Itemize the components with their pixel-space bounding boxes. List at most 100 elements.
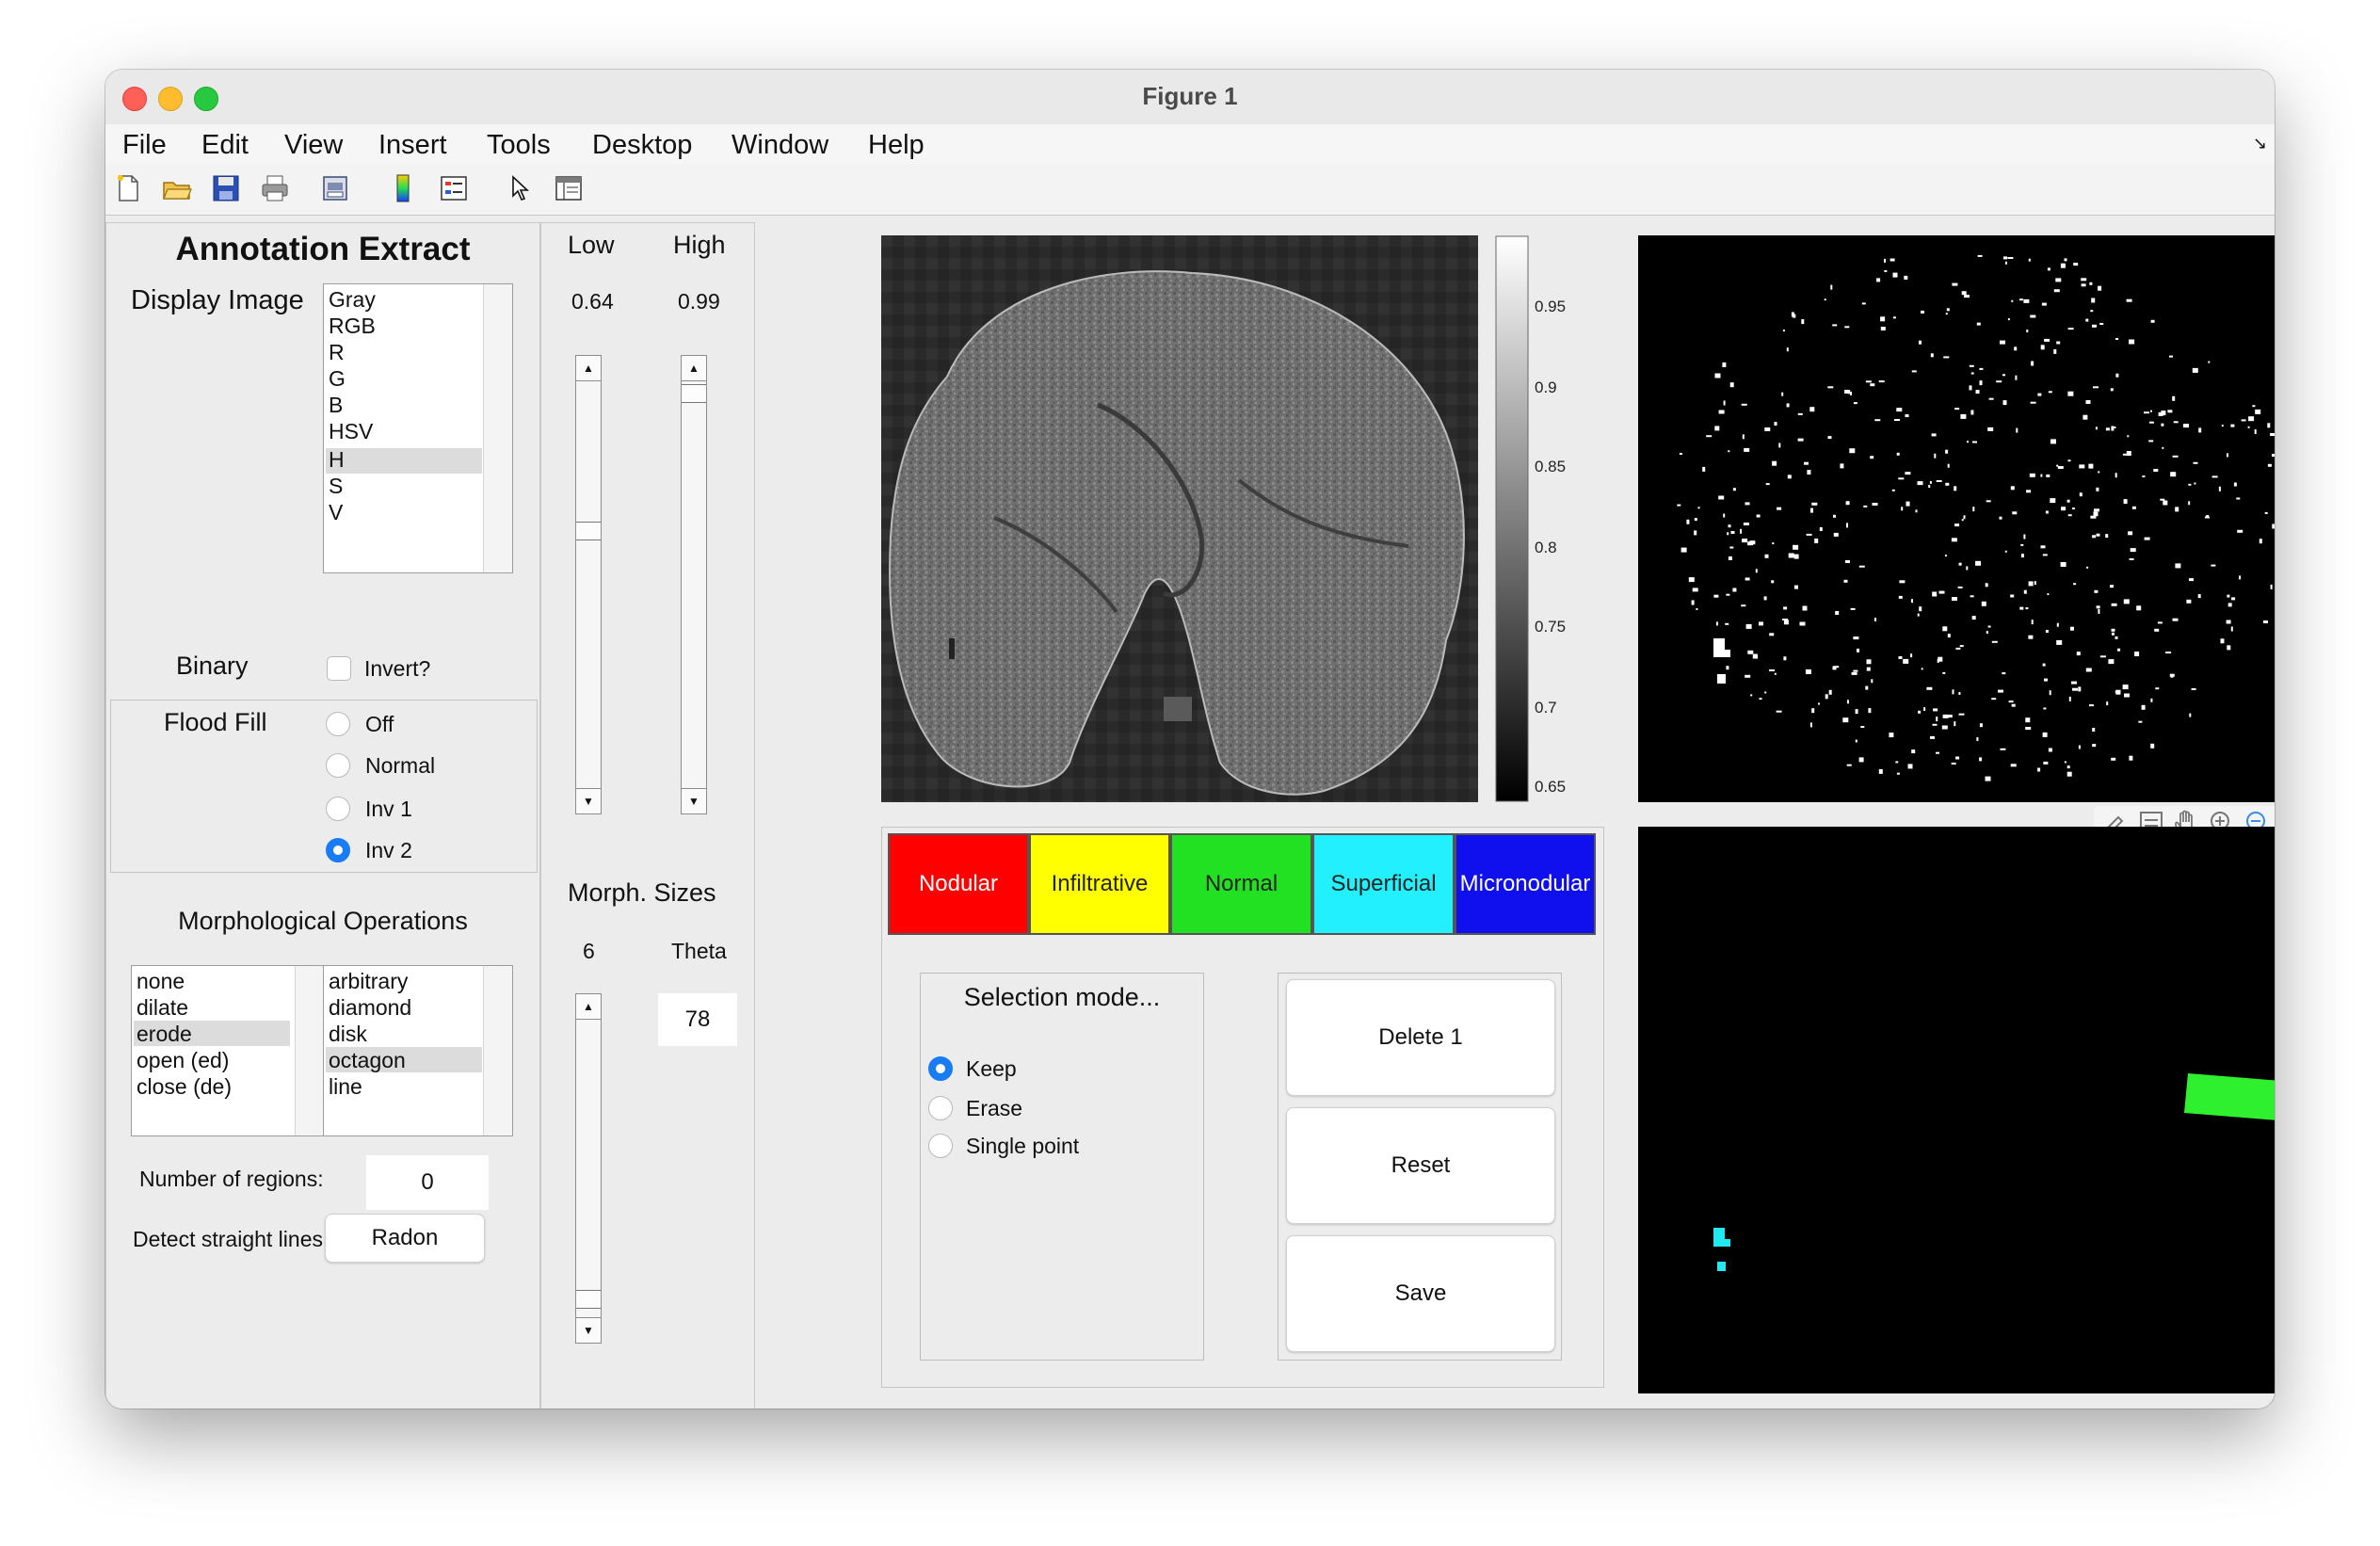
num-regions-field[interactable]: 0 [366, 1155, 489, 1210]
property-editor-icon[interactable] [554, 173, 584, 203]
morph-size-slider-thumb[interactable] [576, 1290, 601, 1309]
class-button-micronodular[interactable]: Micronodular [1455, 833, 1596, 935]
class-button-normal[interactable]: Normal [1170, 833, 1312, 935]
mask-speckle [1895, 761, 1899, 764]
list-item[interactable]: HSV [329, 418, 373, 444]
low-slider-thumb[interactable] [576, 522, 601, 541]
open-folder-icon[interactable] [162, 173, 192, 203]
menu-edit[interactable]: Edit [201, 130, 249, 161]
menu-desktop[interactable]: Desktop [592, 130, 692, 161]
mask-speckle [1677, 504, 1681, 507]
mask-speckle [1870, 456, 1874, 459]
list-item[interactable]: none [137, 968, 185, 994]
slider-down-arrow-icon[interactable]: ▼ [576, 788, 601, 813]
radon-button[interactable]: Radon [325, 1214, 485, 1263]
list-item[interactable]: RGB [329, 313, 376, 339]
mask-speckle [2056, 639, 2063, 645]
list-item[interactable]: dilate [137, 994, 188, 1021]
new-file-icon[interactable] [113, 173, 143, 203]
display-image-listbox[interactable]: Gray RGB R G B HSV H S V [323, 283, 513, 573]
mask-speckle [2211, 564, 2216, 567]
annotation-overlay-plot[interactable] [1638, 827, 2275, 1393]
reset-button[interactable]: Reset [1286, 1107, 1555, 1224]
morph-ops-listbox[interactable]: none dilate erode open (ed) close (de) [131, 965, 325, 1136]
low-threshold-slider[interactable]: ▲ ▼ [575, 355, 602, 814]
high-slider-thumb[interactable] [682, 384, 706, 404]
title-bar: Figure 1 [105, 70, 2275, 125]
list-item[interactable]: open (ed) [137, 1047, 229, 1073]
list-item[interactable]: B [329, 392, 343, 418]
mask-speckle [2085, 668, 2092, 672]
print-preview-icon[interactable] [320, 173, 350, 203]
selection-erase-radio[interactable] [928, 1096, 953, 1120]
high-threshold-slider[interactable]: ▲ ▼ [681, 355, 707, 814]
list-item[interactable]: S [329, 473, 343, 499]
list-item[interactable]: G [329, 365, 346, 392]
list-item[interactable]: arbitrary [329, 968, 408, 994]
list-item[interactable]: line [329, 1073, 362, 1100]
mask-speckle [1952, 689, 1954, 695]
class-button-infiltrative[interactable]: Infiltrative [1029, 833, 1170, 935]
selection-single-point-radio[interactable] [928, 1134, 953, 1158]
list-item[interactable]: erode [137, 1021, 192, 1047]
slider-up-arrow-icon[interactable]: ▲ [576, 994, 601, 1020]
mask-speckle [1755, 654, 1758, 659]
list-item[interactable]: H [329, 446, 345, 473]
list-item[interactable]: Gray [329, 286, 376, 313]
colorbar[interactable] [1495, 235, 1529, 802]
slider-up-arrow-icon[interactable]: ▲ [576, 356, 601, 381]
menu-file[interactable]: File [122, 130, 167, 161]
list-item[interactable]: diamond [329, 994, 411, 1021]
slider-up-arrow-icon[interactable]: ▲ [682, 356, 706, 381]
flood-fill-inv1-radio[interactable] [326, 797, 350, 821]
mask-speckle [2226, 620, 2231, 624]
mask-speckle [2061, 507, 2066, 511]
selection-keep-radio[interactable] [928, 1056, 953, 1081]
flood-fill-inv2-radio[interactable] [326, 838, 350, 862]
mask-speckle [1850, 607, 1856, 610]
save-button[interactable]: Save [1286, 1235, 1555, 1352]
colorbar-icon[interactable] [388, 173, 418, 203]
mask-speckle [1842, 717, 1849, 723]
list-item[interactable]: V [329, 499, 343, 525]
morph-shape-listbox[interactable]: arbitrary diamond disk octagon line [323, 965, 513, 1136]
save-icon[interactable] [211, 173, 241, 203]
morph-size-slider[interactable]: ▲ ▼ [575, 993, 602, 1344]
mask-speckle [1725, 622, 1729, 625]
class-button-superficial[interactable]: Superficial [1312, 833, 1455, 935]
mask-speckle [1749, 540, 1752, 544]
flood-fill-normal-radio[interactable] [326, 753, 350, 778]
print-icon[interactable] [260, 173, 290, 203]
listbox-scrollbar[interactable] [295, 966, 324, 1135]
theta-field[interactable]: 78 [658, 993, 737, 1046]
dock-arrow-icon[interactable]: ↘ [2253, 134, 2267, 153]
mask-speckle [2272, 523, 2275, 529]
mask-speckle [1938, 656, 1943, 662]
slider-down-arrow-icon[interactable]: ▼ [576, 1317, 601, 1343]
mask-speckle [2131, 506, 2136, 509]
invert-checkbox[interactable] [327, 656, 351, 681]
normal-annotation-region[interactable] [2184, 1073, 2275, 1120]
slider-down-arrow-icon[interactable]: ▼ [682, 788, 706, 813]
legend-icon[interactable] [439, 173, 469, 203]
menu-tools[interactable]: Tools [487, 130, 551, 161]
binary-mask-plot[interactable] [1638, 235, 2275, 802]
menu-window[interactable]: Window [732, 130, 828, 161]
delete-button[interactable]: Delete 1 [1286, 979, 1555, 1096]
flood-fill-off-radio[interactable] [326, 712, 350, 736]
hue-channel-image[interactable] [881, 235, 1478, 802]
list-item[interactable]: octagon [329, 1047, 406, 1073]
menu-insert[interactable]: Insert [378, 130, 447, 161]
listbox-scrollbar[interactable] [483, 966, 512, 1135]
list-item[interactable]: R [329, 339, 345, 365]
menu-view[interactable]: View [284, 130, 343, 161]
menu-help[interactable]: Help [868, 130, 925, 161]
mask-speckle [1967, 441, 1969, 443]
mask-speckle [2129, 558, 2134, 560]
list-item[interactable]: close (de) [137, 1073, 232, 1100]
pointer-icon[interactable] [505, 173, 535, 203]
class-button-nodular[interactable]: Nodular [888, 833, 1029, 935]
listbox-scrollbar[interactable] [483, 284, 512, 572]
mask-speckle [1947, 634, 1951, 638]
list-item[interactable]: disk [329, 1021, 367, 1047]
